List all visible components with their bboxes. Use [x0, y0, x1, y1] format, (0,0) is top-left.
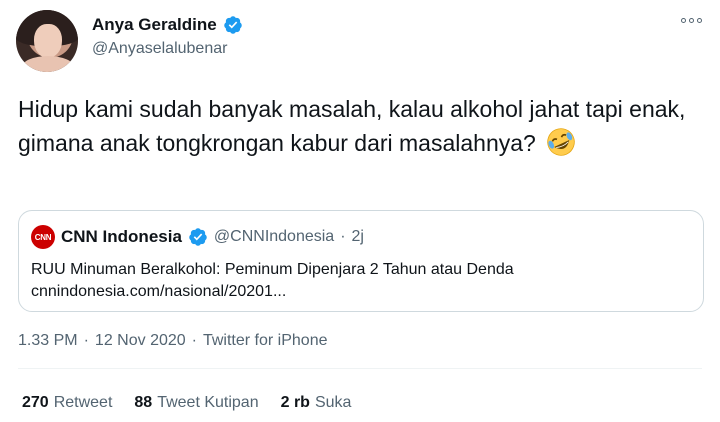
- quoted-tweet[interactable]: CNN CNN Indonesia @CNNIndonesia · 2j RUU…: [18, 210, 704, 312]
- like-stat[interactable]: 2 rb Suka: [281, 394, 352, 412]
- avatar-face: [34, 24, 62, 58]
- more-options-icon[interactable]: [681, 18, 702, 23]
- tweet-card: Anya Geraldine @Anyaselalubenar Hidup ka…: [0, 0, 720, 422]
- quote-tweet-count: 88: [134, 394, 153, 411]
- rofl-emoji-icon: [547, 128, 575, 156]
- avatar-shoulder: [22, 56, 74, 72]
- quoted-author-name[interactable]: CNN Indonesia: [61, 227, 182, 247]
- separator-dot: ·: [191, 332, 197, 349]
- separator-dot: ·: [83, 332, 89, 349]
- quoted-tweet-time[interactable]: 2j: [352, 228, 364, 246]
- author-name-row[interactable]: Anya Geraldine: [92, 14, 243, 36]
- quoted-headline: RUU Minuman Beralkohol: Peminum Dipenjar…: [31, 261, 514, 278]
- avatar[interactable]: [16, 10, 78, 72]
- tweet-text: Hidup kami sudah banyak masalah, kalau a…: [18, 92, 708, 160]
- quoted-author-handle[interactable]: @CNNIndonesia: [214, 228, 334, 246]
- tweet-date[interactable]: 12 Nov 2020: [95, 332, 186, 350]
- quoted-link[interactable]: cnnindonesia.com/nasional/20201...: [31, 281, 691, 303]
- quote-tweet-label: Tweet Kutipan: [157, 394, 259, 411]
- separator-dot: ·: [340, 228, 346, 245]
- like-count: 2 rb: [280, 394, 310, 411]
- author-handle[interactable]: @Anyaselalubenar: [92, 40, 227, 58]
- tweet-body: Hidup kami sudah banyak masalah, kalau a…: [18, 96, 686, 156]
- verified-badge-icon: [223, 16, 242, 34]
- retweet-count: 270: [22, 394, 49, 411]
- cnn-logo-avatar[interactable]: CNN: [31, 225, 55, 249]
- quoted-tweet-header: CNN CNN Indonesia @CNNIndonesia · 2j: [31, 225, 364, 249]
- tweet-meta: 1.33 PM · 12 Nov 2020 · Twitter for iPho…: [18, 332, 327, 350]
- retweet-label: Retweet: [53, 394, 113, 411]
- retweet-stat[interactable]: 270 Retweet: [22, 394, 112, 412]
- quoted-tweet-body: RUU Minuman Beralkohol: Peminum Dipenjar…: [31, 259, 691, 303]
- verified-badge-icon: [189, 228, 207, 246]
- tweet-time[interactable]: 1.33 PM: [18, 332, 78, 350]
- engagement-stats: 270 Retweet 88 Tweet Kutipan 2 rb Suka: [22, 394, 351, 412]
- divider: [18, 368, 702, 369]
- tweet-source[interactable]: Twitter for iPhone: [203, 332, 328, 350]
- author-display-name[interactable]: Anya Geraldine: [92, 15, 217, 35]
- quote-tweet-stat[interactable]: 88 Tweet Kutipan: [134, 394, 258, 412]
- like-label: Suka: [314, 394, 352, 411]
